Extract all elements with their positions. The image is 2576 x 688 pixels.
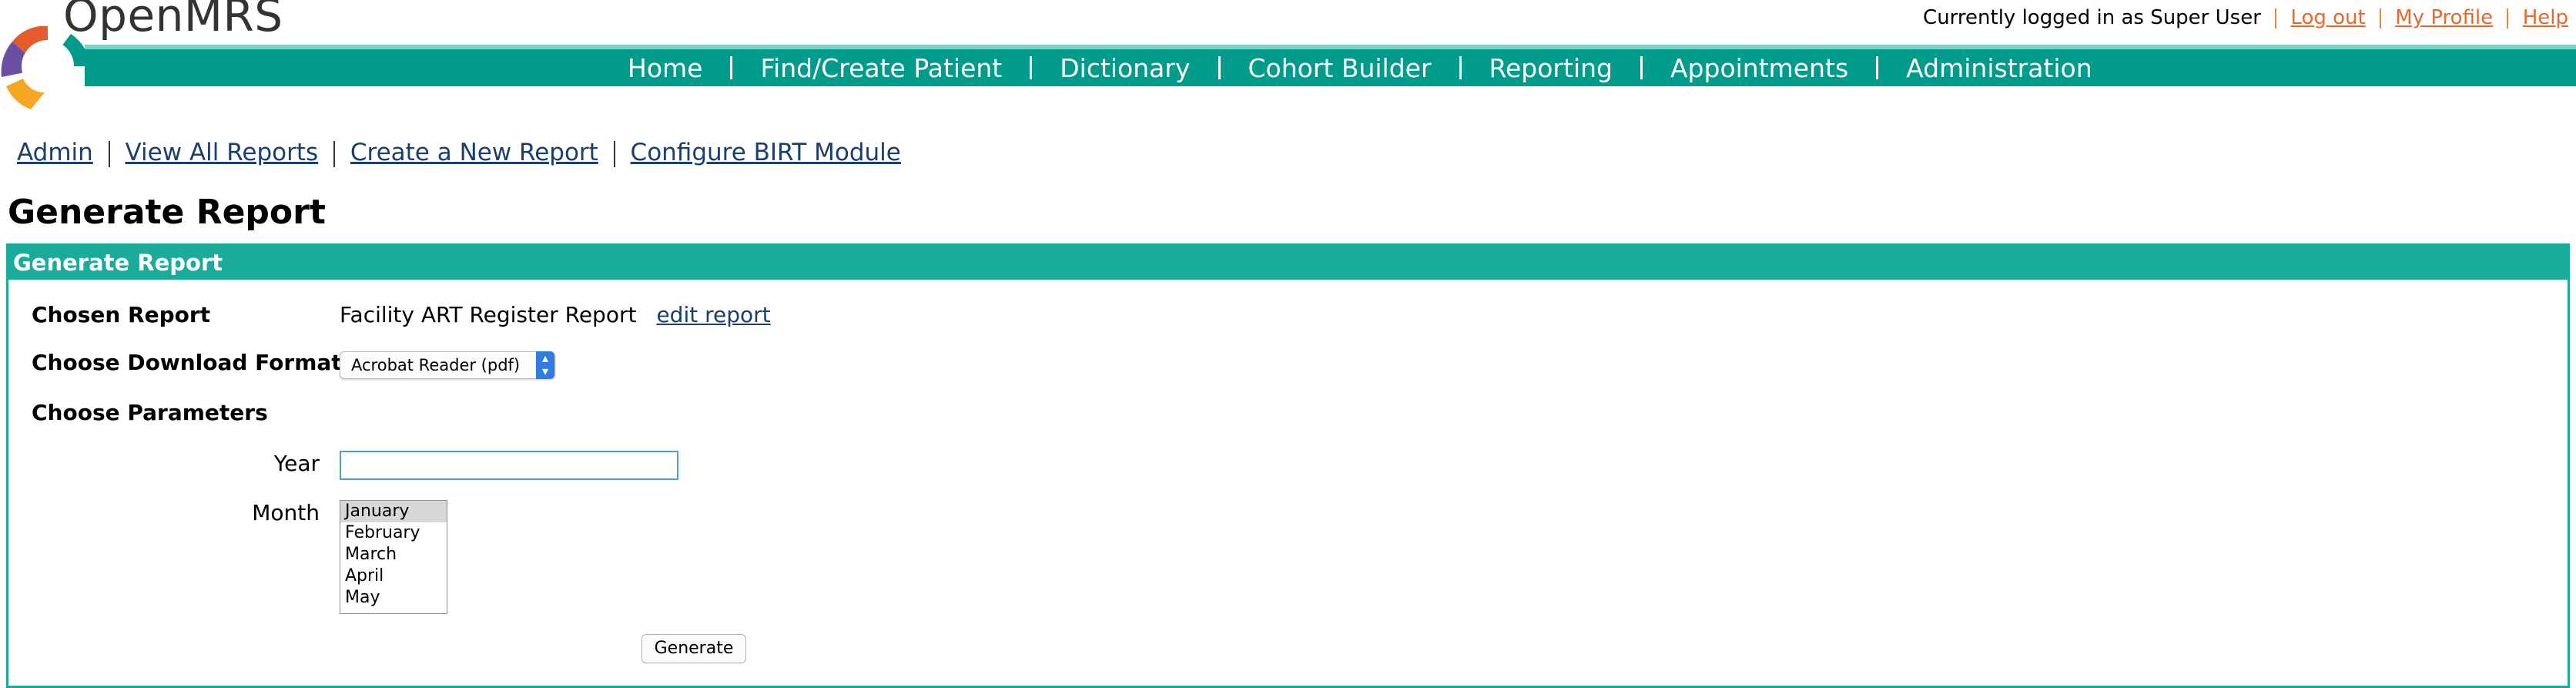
- select-arrows-icon: ▴ ▾: [536, 351, 554, 379]
- nav-divider: [1640, 56, 1643, 79]
- download-format-label: Choose Download Format: [32, 350, 342, 375]
- nav-reporting[interactable]: Reporting: [1489, 53, 1613, 83]
- download-format-selected: Acrobat Reader (pdf): [351, 356, 521, 374]
- month-option[interactable]: April: [340, 566, 447, 587]
- divider: [108, 140, 110, 167]
- nav-divider: [1218, 56, 1221, 79]
- my-profile-link[interactable]: My Profile: [2395, 6, 2493, 29]
- nav-home[interactable]: Home: [628, 53, 702, 83]
- nav-divider: [730, 56, 733, 79]
- crumb-admin[interactable]: Admin: [17, 139, 93, 166]
- choose-parameters-label: Choose Parameters: [32, 400, 268, 425]
- download-format-select[interactable]: Acrobat Reader (pdf) ▴ ▾: [340, 351, 555, 379]
- nav-find-create-patient[interactable]: Find/Create Patient: [760, 53, 1002, 83]
- divider: [333, 140, 336, 167]
- user-bar: Currently logged in as Super User Log ou…: [1923, 6, 2568, 29]
- month-label: Month: [252, 500, 320, 525]
- year-label: Year: [273, 451, 320, 476]
- divider: [2379, 8, 2381, 29]
- crumb-view-all-reports[interactable]: View All Reports: [126, 139, 319, 166]
- nav-divider: [1459, 56, 1462, 79]
- month-option[interactable]: May: [340, 587, 447, 609]
- edit-report-link[interactable]: edit report: [656, 302, 770, 327]
- page-title: Generate Report: [8, 193, 326, 232]
- brand-name: OpenMRS: [63, 0, 283, 42]
- panel-header: Generate Report: [8, 246, 2568, 280]
- nav-administration[interactable]: Administration: [1906, 53, 2092, 83]
- month-listbox[interactable]: January February March April May: [340, 500, 447, 614]
- nav-divider: [1876, 56, 1879, 79]
- nav-appointments[interactable]: Appointments: [1670, 53, 1848, 83]
- nav-dictionary[interactable]: Dictionary: [1060, 53, 1190, 83]
- divider: [613, 140, 615, 167]
- divider: [2507, 8, 2509, 29]
- main-navbar: Home Find/Create Patient Dictionary Coho…: [85, 45, 2576, 86]
- chosen-report-value: Facility ART Register Report: [340, 302, 637, 327]
- generate-report-panel: Generate Report Chosen Report Facility A…: [6, 243, 2570, 688]
- chosen-report-label: Chosen Report: [32, 302, 211, 327]
- year-input[interactable]: [340, 451, 678, 480]
- nav-divider: [1030, 56, 1033, 79]
- month-option[interactable]: February: [340, 522, 447, 544]
- nav-cohort-builder[interactable]: Cohort Builder: [1248, 53, 1432, 83]
- chosen-report-value-row: Facility ART Register Report edit report: [340, 302, 771, 327]
- help-link[interactable]: Help: [2523, 6, 2568, 29]
- breadcrumb: Admin View All Reports Create a New Repo…: [17, 139, 901, 167]
- month-option[interactable]: March: [340, 544, 447, 566]
- crumb-configure-birt[interactable]: Configure BIRT Module: [631, 139, 901, 166]
- month-option[interactable]: January: [340, 501, 447, 522]
- login-status: Currently logged in as Super User: [1923, 6, 2261, 29]
- logout-link[interactable]: Log out: [2290, 6, 2365, 29]
- divider: [2275, 8, 2277, 29]
- generate-button[interactable]: Generate: [641, 634, 746, 663]
- crumb-create-new-report[interactable]: Create a New Report: [350, 139, 598, 166]
